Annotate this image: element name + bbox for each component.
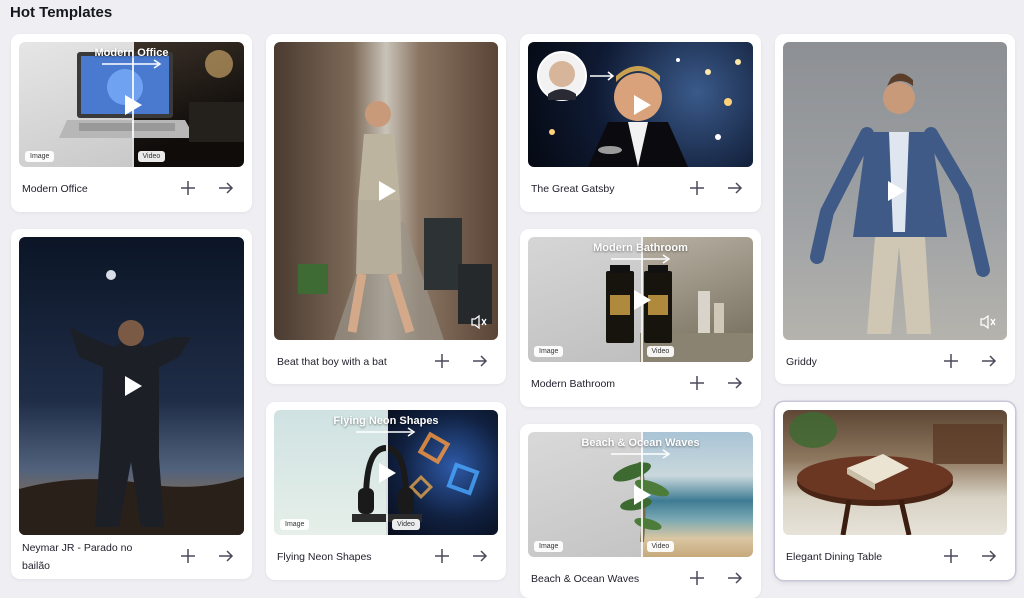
arrow-right-icon — [101, 59, 161, 69]
preview-overlay-title: Modern Office — [94, 47, 169, 59]
play-icon[interactable] — [628, 482, 654, 508]
arrow-right-icon — [610, 449, 670, 459]
arrow-right-icon[interactable] — [217, 179, 235, 197]
arrow-right-icon[interactable] — [217, 547, 235, 565]
image-tag: Image — [534, 346, 564, 357]
video-tag: Video — [646, 541, 675, 552]
page-title: Hot Templates — [10, 4, 113, 21]
play-icon[interactable] — [882, 178, 908, 204]
template-card-gatsby[interactable]: The Great Gatsby — [520, 34, 761, 212]
template-name: Beach & Ocean Waves — [531, 573, 640, 585]
speaker-muted-icon[interactable] — [979, 314, 997, 330]
plus-icon[interactable] — [433, 547, 451, 565]
template-preview[interactable] — [783, 42, 1007, 340]
arrow-right-icon[interactable] — [980, 547, 998, 565]
template-preview[interactable] — [19, 237, 244, 535]
template-card-neymar[interactable]: Neymar JR - Parado no bailão — [11, 229, 252, 579]
plus-icon[interactable] — [688, 569, 706, 587]
video-tag: Video — [137, 151, 166, 162]
template-card-flying-neon[interactable]: Flying Neon Shapes Image Video Flying Ne… — [266, 402, 506, 580]
arrow-right-icon[interactable] — [726, 179, 744, 197]
play-icon[interactable] — [373, 460, 399, 486]
arrow-right-icon[interactable] — [471, 352, 489, 370]
preview-overlay-title: Flying Neon Shapes — [333, 415, 439, 427]
template-name: The Great Gatsby — [531, 183, 615, 195]
plus-icon[interactable] — [433, 352, 451, 370]
template-card-beach-ocean[interactable]: Beach & Ocean Waves Image Video Beach & … — [520, 424, 761, 598]
plus-icon[interactable] — [179, 547, 197, 565]
play-icon[interactable] — [628, 287, 654, 313]
template-name: Elegant Dining Table — [786, 551, 883, 563]
plus-icon[interactable] — [179, 179, 197, 197]
template-name-line2: bailão — [22, 560, 51, 572]
arrow-right-icon[interactable] — [726, 374, 744, 392]
template-card-dining-table[interactable]: Elegant Dining Table — [775, 402, 1015, 580]
arrow-right-icon[interactable] — [980, 352, 998, 370]
template-preview[interactable] — [528, 42, 753, 167]
plus-icon[interactable] — [688, 374, 706, 392]
arrow-right-icon[interactable] — [726, 569, 744, 587]
template-name: Griddy — [786, 356, 817, 368]
template-card-beat-boy[interactable]: Beat that boy with a bat — [266, 34, 506, 384]
play-icon[interactable] — [119, 92, 145, 118]
template-name: Flying Neon Shapes — [277, 551, 372, 563]
plus-icon[interactable] — [942, 547, 960, 565]
template-preview[interactable]: Beach & Ocean Waves Image Video — [528, 432, 753, 557]
template-preview[interactable] — [783, 410, 1007, 535]
image-tag: Image — [280, 519, 310, 530]
template-card-modern-bathroom[interactable]: Modern Bathroom Image Video Modern Bathr… — [520, 229, 761, 407]
template-name-line1: Neymar JR - Parado no — [22, 542, 133, 554]
template-preview[interactable]: Flying Neon Shapes Image Video — [274, 410, 498, 535]
video-tag: Video — [646, 346, 675, 357]
template-name: Modern Bathroom — [531, 378, 616, 390]
template-preview[interactable]: Modern Office Image Video — [19, 42, 244, 167]
video-tag: Video — [392, 519, 420, 530]
play-icon[interactable] — [119, 373, 145, 399]
plus-icon[interactable] — [688, 179, 706, 197]
arrow-right-icon[interactable] — [471, 547, 489, 565]
arrow-right-icon — [610, 254, 670, 264]
plus-icon[interactable] — [942, 352, 960, 370]
play-icon[interactable] — [373, 178, 399, 204]
image-tag: Image — [25, 151, 55, 162]
template-card-griddy[interactable]: Griddy — [775, 34, 1015, 384]
image-tag: Image — [534, 541, 564, 552]
play-icon[interactable] — [628, 92, 654, 118]
arrow-right-icon — [356, 427, 416, 437]
template-name: Modern Office — [22, 183, 88, 195]
template-card-modern-office[interactable]: Modern Office Image Video Modern Office — [11, 34, 252, 212]
template-name: Beat that boy with a bat — [277, 356, 387, 368]
template-preview[interactable] — [274, 42, 498, 340]
preview-overlay-title: Beach & Ocean Waves — [581, 437, 700, 449]
template-preview[interactable]: Modern Bathroom Image Video — [528, 237, 753, 362]
speaker-muted-icon[interactable] — [470, 314, 488, 330]
preview-overlay-title: Modern Bathroom — [593, 242, 688, 254]
